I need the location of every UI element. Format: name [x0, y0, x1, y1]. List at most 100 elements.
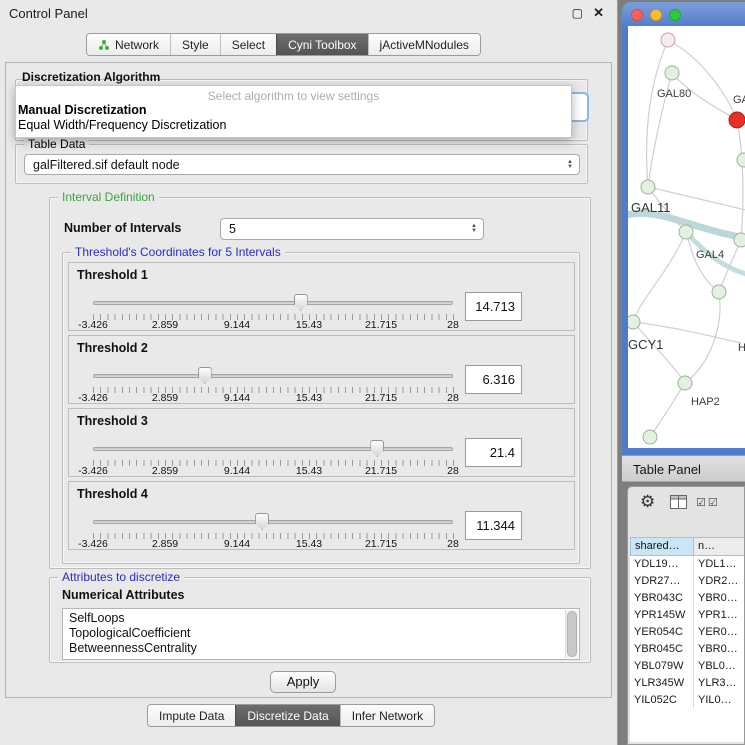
threshold-2-value-field[interactable]: 6.316: [465, 365, 522, 394]
bottom-tab-bar: Impute Data Discretize Data Infer Networ…: [147, 704, 435, 727]
table-row[interactable]: YDL19… YDL1…: [630, 556, 744, 573]
threshold-3-value-field[interactable]: 21.4: [465, 438, 522, 467]
table-data-select[interactable]: galFiltered.sif default node ▲▼: [24, 154, 580, 175]
threshold-label: Threshold 4: [77, 487, 148, 501]
network-node-hap2[interactable]: [678, 376, 693, 391]
list-item[interactable]: BetweennessCentrality: [63, 641, 579, 656]
table-body: YDL19… YDL1… YDR27… YDR2… YBR043C YBR0… …: [630, 556, 744, 742]
mac-minimize-icon[interactable]: [650, 9, 662, 21]
cell: YDR2…: [694, 573, 744, 590]
list-item[interactable]: TopologicalCoefficient: [63, 626, 579, 641]
close-icon[interactable]: ✕: [593, 5, 604, 21]
select-columns-icons[interactable]: ☑☑: [696, 496, 720, 509]
network-node[interactable]: [734, 233, 745, 248]
threshold-1-value-field[interactable]: 14.713: [465, 292, 522, 321]
slider-thumb[interactable]: [370, 440, 384, 457]
cell: YBR0…: [694, 641, 744, 658]
gear-icon[interactable]: ⚙: [640, 492, 655, 512]
table-row[interactable]: YDR27… YDR2…: [630, 573, 744, 590]
threshold-2-slider[interactable]: [93, 366, 453, 386]
network-node-gal80[interactable]: [665, 66, 680, 81]
table-row[interactable]: YBL079W YBL0…: [630, 658, 744, 675]
cyni-toolbox-panel: Discretization Algorithm Select algorith…: [5, 62, 612, 698]
slider-thumb[interactable]: [255, 513, 269, 530]
threshold-4-slider[interactable]: [93, 512, 453, 532]
mac-zoom-icon[interactable]: [669, 9, 681, 21]
list-scrollbar[interactable]: [565, 610, 578, 658]
table-data-group-title: Table Data: [24, 137, 89, 151]
slider-scale: -3.426 2.859 9.144 15.43 21.715 28: [93, 538, 453, 550]
desktop: Control Panel ▢ ✕ Network Style Select: [0, 0, 745, 745]
tab-select[interactable]: Select: [220, 34, 276, 55]
popup-option-manual[interactable]: Manual Discretization: [16, 102, 571, 117]
cell: YER0…: [694, 624, 744, 641]
control-panel-window: Control Panel ▢ ✕ Network Style Select: [0, 0, 618, 745]
threshold-3-slider[interactable]: [93, 439, 453, 459]
slider-scale: -3.426 2.859 9.144 15.43 21.715 28: [93, 465, 453, 477]
scrollbar-thumb[interactable]: [567, 611, 577, 657]
table-row[interactable]: YBR045C YBR0…: [630, 641, 744, 658]
slider-thumb[interactable]: [198, 367, 212, 384]
threshold-3-panel: Threshold 3 -3.426 2.859 9.144 15.43 21.…: [68, 408, 575, 477]
thresholds-group-title: Threshold's Coordinates for 5 Intervals: [71, 245, 285, 259]
node-label-partial: H: [738, 342, 745, 354]
tab-network[interactable]: Network: [87, 34, 170, 55]
attributes-group-title: Attributes to discretize: [58, 570, 184, 584]
network-node-selected-red[interactable]: [729, 112, 745, 129]
cell: YBR0…: [694, 590, 744, 607]
cell: YDL19…: [630, 556, 694, 573]
threshold-1-slider[interactable]: [93, 293, 453, 313]
table-panel-header: Table Panel: [622, 455, 745, 482]
slider-track: [93, 520, 453, 524]
tab-cyni-toolbox[interactable]: Cyni Toolbox: [276, 34, 367, 55]
popup-option-equal-width[interactable]: Equal Width/Frequency Discretization: [16, 117, 571, 132]
threshold-label: Threshold 3: [77, 414, 148, 428]
network-node[interactable]: [737, 153, 745, 168]
table-row[interactable]: YPR145W YPR1…: [630, 607, 744, 624]
table-data-selected-value: galFiltered.sif default node: [25, 158, 563, 172]
network-node[interactable]: [643, 430, 658, 445]
threshold-4-panel: Threshold 4 -3.426 2.859 9.144 15.43 21.…: [68, 481, 575, 550]
tab-impute-data[interactable]: Impute Data: [148, 705, 235, 726]
slider-thumb[interactable]: [294, 294, 308, 311]
table-row[interactable]: YLR345W YLR3…: [630, 675, 744, 692]
network-node-gal11[interactable]: [641, 180, 656, 195]
column-header-name[interactable]: n…: [694, 537, 744, 556]
thresholds-group: Threshold's Coordinates for 5 Intervals …: [62, 252, 580, 564]
network-node[interactable]: [661, 33, 676, 48]
table-data-group: Table Data galFiltered.sif default node …: [15, 144, 588, 184]
tab-jactivemnodules[interactable]: jActiveMNodules: [368, 34, 480, 55]
list-item[interactable]: SelfLoops: [63, 609, 579, 626]
cell: YBL079W: [630, 658, 694, 675]
table-row[interactable]: YBR043C YBR0…: [630, 590, 744, 607]
tab-label: Network: [115, 38, 159, 52]
slider-scale: -3.426 2.859 9.144 15.43 21.715 28: [93, 392, 453, 404]
network-node[interactable]: [712, 285, 727, 300]
threshold-4-value-field[interactable]: 11.344: [465, 511, 522, 540]
cell: YBR043C: [630, 590, 694, 607]
num-intervals-select[interactable]: 5 ▲▼: [220, 218, 484, 240]
tab-label: Discretize Data: [247, 709, 328, 723]
numerical-attributes-label: Numerical Attributes: [62, 588, 184, 602]
table-header-row: shared… n…: [630, 537, 744, 556]
threshold-label: Threshold 1: [77, 268, 148, 282]
table-row[interactable]: YIL052C YIL0…: [630, 692, 744, 709]
top-tab-bar: Network Style Select Cyni Toolbox jActiv…: [86, 33, 481, 56]
tab-infer-network[interactable]: Infer Network: [340, 705, 434, 726]
cell: YPR1…: [694, 607, 744, 624]
network-node-gal4[interactable]: [679, 225, 694, 240]
node-label-gal11: GAL11: [631, 200, 671, 215]
slider-scale: -3.426 2.859 9.144 15.43 21.715 28: [93, 319, 453, 331]
network-canvas[interactable]: GAL80 GA GAL11 GAL4 GCY1 H HAP2: [628, 26, 745, 448]
tab-label: Cyni Toolbox: [288, 38, 356, 52]
tab-discretize-data[interactable]: Discretize Data: [235, 705, 339, 726]
table-row[interactable]: YER054C YER0…: [630, 624, 744, 641]
tab-style[interactable]: Style: [170, 34, 220, 55]
minimize-icon[interactable]: ▢: [572, 6, 583, 20]
checkbox-icon: ☑: [708, 497, 720, 509]
mac-close-icon[interactable]: [631, 9, 643, 21]
apply-button[interactable]: Apply: [270, 671, 336, 693]
column-browser-icon[interactable]: [670, 495, 687, 509]
column-header-shared-name[interactable]: shared…: [630, 537, 694, 556]
checkbox-icon: ☑: [696, 497, 708, 509]
